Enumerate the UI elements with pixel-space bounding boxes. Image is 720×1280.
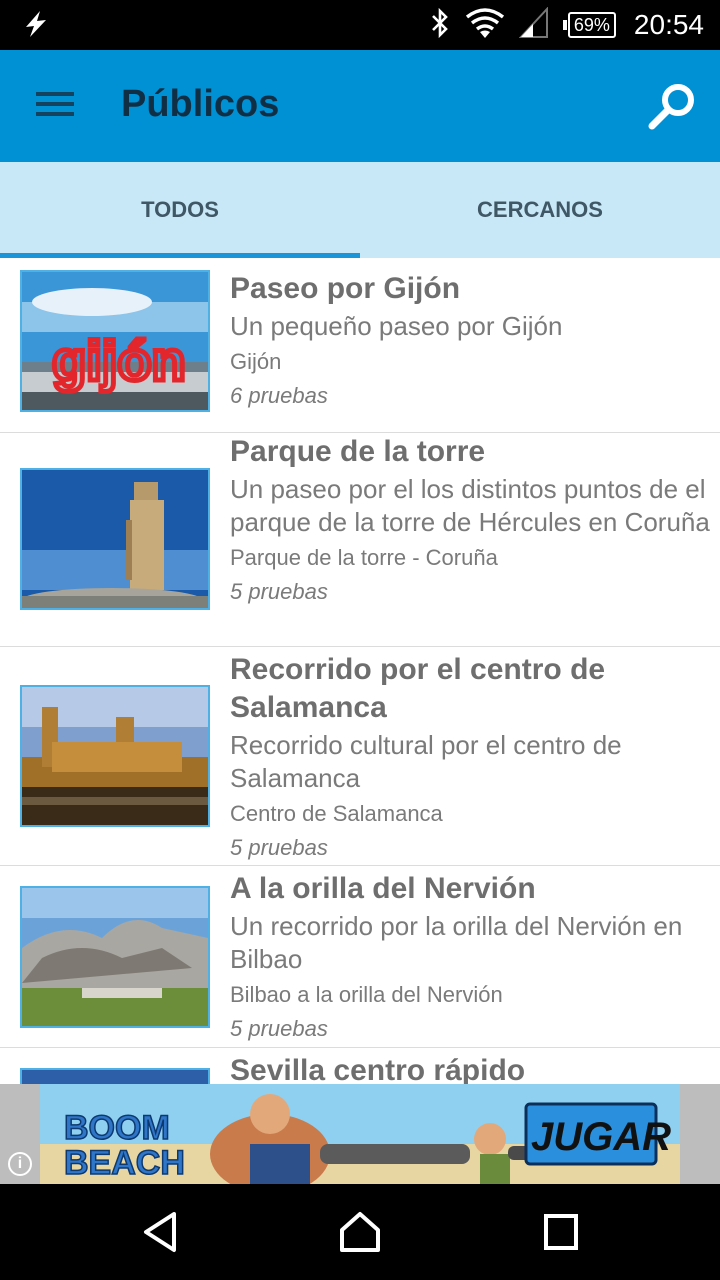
app-bar: Públicos [0,50,720,162]
ad-info-icon[interactable]: i [8,1152,32,1176]
route-list[interactable]: gijón Paseo por Gijón Un pequeño paseo p… [0,258,720,1084]
page-title: Públicos [121,83,280,125]
menu-button[interactable] [28,86,84,126]
thumbnail-bilbao [20,886,210,1028]
list-item[interactable]: A la orilla del Nervión Un recorrido por… [0,866,720,1048]
back-button[interactable] [130,1208,190,1256]
item-description: Un paseo por el los distintos puntos de … [230,474,710,537]
bluetooth-icon [429,7,451,44]
item-location: Bilbao a la orilla del Nervión [230,982,503,1007]
recents-button[interactable] [530,1208,590,1256]
list-item[interactable]: Recorrido por el centro de Salamanca Rec… [0,647,720,866]
list-item[interactable]: gijón Paseo por Gijón Un pequeño paseo p… [0,258,720,433]
list-item[interactable]: Parque de la torre Un paseo por el los d… [0,433,720,647]
item-location: Parque de la torre - Coruña [230,545,498,570]
ad-content[interactable]: BOOM BEACH JUGAR [40,1084,680,1184]
item-description: Un pequeño paseo por Gijón [230,311,563,341]
ad-brand-line2: BEACH [64,1144,185,1182]
thumbnail-salamanca [20,685,210,827]
wifi-icon [465,7,505,44]
item-title: Sevilla centro rápido [230,1054,526,1084]
list-item[interactable]: Sevilla centro rápido [0,1048,720,1084]
tab-todos[interactable]: TODOS [0,162,360,258]
search-button[interactable] [642,80,702,136]
item-title: A la orilla del Nervión [230,872,536,905]
item-title: Paseo por Gijón [230,272,461,305]
recents-icon [544,1214,578,1250]
thumbnail-torre [20,468,210,610]
thumbnail-sevilla [20,1068,210,1084]
search-icon [648,84,694,130]
clock: 20:54 [633,9,704,40]
battery-icon: 69% [562,12,616,38]
home-icon [340,1212,380,1252]
ad-cta[interactable]: JUGAR [531,1115,671,1159]
status-bar: 69% 20:54 [0,0,720,50]
thumbnail-gijon: gijón [20,270,210,412]
charging-bolt-icon [22,10,50,43]
back-icon [144,1212,176,1252]
home-button[interactable] [330,1208,390,1256]
signal-icon [518,5,549,44]
item-title: Recorrido por el centro de Salamanca [230,653,606,724]
item-count: 5 pruebas [230,835,328,860]
tab-bar: TODOS CERCANOS [0,162,720,258]
hamburger-icon [36,92,74,96]
item-description: Recorrido cultural por el centro de Sala… [230,730,622,793]
battery-level: 69% [567,12,616,38]
item-location: Centro de Salamanca [230,801,443,826]
item-count: 5 pruebas [230,1016,328,1041]
item-count: 5 pruebas [230,579,328,604]
item-title: Parque de la torre [230,435,486,468]
tab-cercanos[interactable]: CERCANOS [360,162,720,258]
ad-brand-line1: BOOM [64,1109,170,1147]
navigation-bar [0,1184,720,1280]
item-description: Un recorrido por la orilla del Nervión e… [230,911,683,974]
item-location: Gijón [230,349,282,374]
item-count: 6 pruebas [230,383,328,408]
svg-text:gijón: gijón [52,329,186,392]
ad-banner: BOOM BEACH JUGAR i [0,1084,720,1184]
